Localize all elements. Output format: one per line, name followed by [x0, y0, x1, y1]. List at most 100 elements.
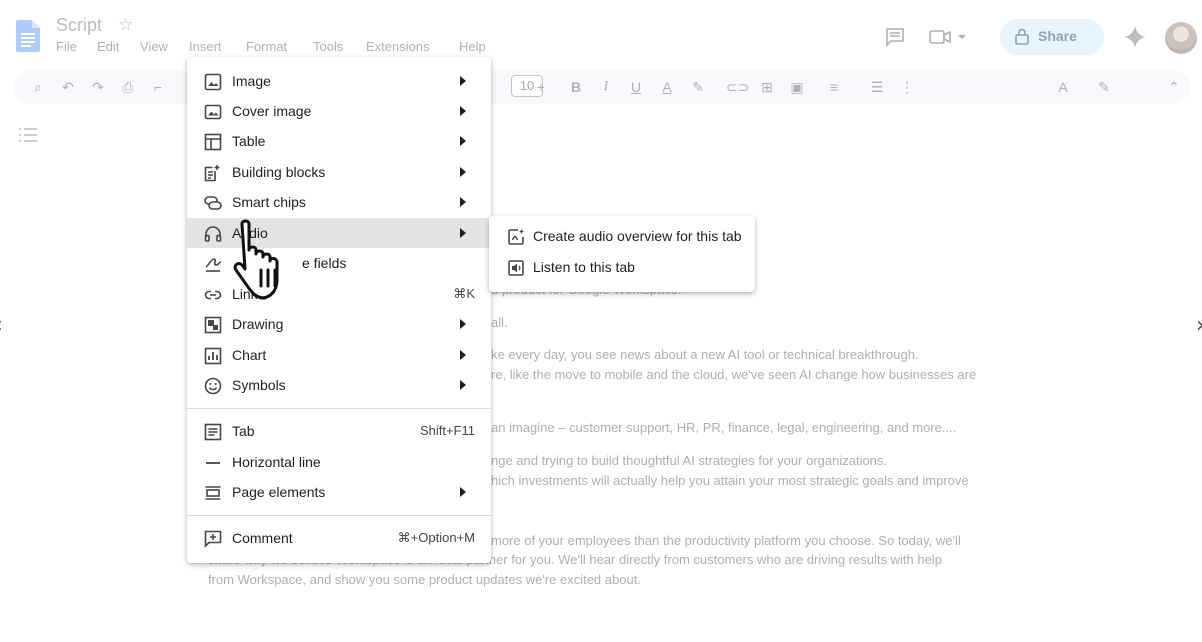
menu-help[interactable]: Help	[459, 39, 486, 54]
menu-item-tab[interactable]: Tab Shift+F11	[187, 416, 491, 446]
submenu-item-listen-to-tab[interactable]: Listen to this tab	[489, 253, 755, 283]
chart-icon	[204, 347, 222, 365]
spellcheck-icon[interactable]: A	[1053, 77, 1073, 97]
menu-item-table[interactable]: Table	[187, 126, 491, 156]
shortcut-text: ⌘K	[453, 286, 475, 301]
lock-icon	[1015, 28, 1029, 45]
horizontal-line-icon	[206, 462, 220, 464]
undo-icon[interactable]: ↶	[58, 77, 78, 97]
align-icon[interactable]: ≡	[824, 77, 844, 97]
chevron-left-icon[interactable]: ‹	[0, 313, 3, 338]
menu-item-label: Comment	[232, 530, 293, 546]
drawing-icon	[204, 316, 222, 334]
menu-view[interactable]: View	[140, 39, 168, 54]
search-menus-icon[interactable]: ⌕	[28, 77, 48, 97]
submenu-arrow-icon	[460, 319, 466, 329]
signature-icon	[205, 258, 222, 272]
menu-item-image[interactable]: Image	[187, 66, 491, 96]
menu-item-label: Tab	[232, 423, 255, 439]
menu-item-label: Horizontal line	[232, 454, 321, 470]
line-spacing-icon[interactable]: ☰	[867, 77, 887, 97]
star-icon[interactable]: ☆	[118, 15, 133, 35]
meet-video-icon[interactable]	[929, 28, 969, 46]
shortcut-text: Shift+F11	[419, 423, 475, 438]
menu-format[interactable]: Format	[246, 39, 287, 54]
menu-item-building-blocks[interactable]: Building blocks	[187, 157, 491, 187]
menu-item-cover-image[interactable]: Cover image	[187, 96, 491, 126]
menu-item-label: Chart	[232, 347, 267, 363]
menu-item-smart-chips[interactable]: Smart chips	[187, 187, 491, 217]
menu-item-label: Cover image	[232, 103, 312, 119]
menu-insert[interactable]: Insert	[189, 39, 222, 54]
cover-image-icon	[204, 104, 222, 120]
menu-item-drawing[interactable]: Drawing	[187, 309, 491, 339]
submenu-arrow-icon	[460, 350, 466, 360]
submenu-arrow-icon	[460, 197, 466, 207]
text-color-icon[interactable]: A	[657, 77, 677, 97]
print-icon[interactable]: ⎙	[118, 77, 138, 97]
insert-menu: Image Cover image Table Building blocks …	[187, 57, 491, 563]
submenu-arrow-icon	[460, 380, 466, 390]
insert-image-icon[interactable]: ▣	[787, 77, 807, 97]
menu-item-label: Page elements	[232, 484, 326, 500]
avatar[interactable]	[1165, 22, 1197, 54]
doc-line: nge and trying to build thoughtful AI st…	[491, 453, 888, 468]
document-outline-icon[interactable]	[19, 127, 37, 143]
bold-icon[interactable]: B	[566, 77, 586, 97]
shortcut-text: ⌘+Option+M	[397, 530, 475, 545]
gemini-sparkle-icon[interactable]	[1124, 26, 1146, 48]
submenu-arrow-icon	[460, 106, 466, 116]
comments-icon[interactable]	[885, 27, 905, 47]
add-comment-icon	[204, 530, 222, 548]
menu-extensions[interactable]: Extensions	[366, 39, 430, 54]
add-comment-toolbar-icon[interactable]: ⊞	[757, 77, 777, 97]
menu-item-label: e fields	[302, 255, 347, 271]
menu-item-label: Drawing	[232, 316, 284, 332]
menu-item-comment[interactable]: Comment ⌘+Option+M	[187, 523, 491, 553]
menu-item-page-elements[interactable]: Page elements	[187, 477, 491, 507]
submenu-item-label: Listen to this tab	[533, 259, 635, 275]
doc-line: from Workspace, and show you some produc…	[208, 572, 641, 587]
highlight-icon[interactable]: ✎	[688, 77, 708, 97]
chevron-right-icon[interactable]: ›	[1196, 313, 1202, 338]
submenu-arrow-icon	[460, 228, 466, 238]
increase-font-icon[interactable]: +	[531, 77, 551, 97]
italic-icon[interactable]: I	[596, 77, 616, 97]
menu-item-label: Table	[232, 133, 266, 149]
menu-item-horizontal-line[interactable]: Horizontal line	[187, 447, 491, 477]
share-button[interactable]: Share	[1000, 19, 1104, 55]
doc-line: ke every day, you see news about a new A…	[491, 347, 919, 362]
menu-separator	[187, 515, 491, 516]
docs-logo-icon	[16, 20, 40, 52]
link-icon	[204, 290, 222, 300]
hand-pointer-cursor-icon	[233, 219, 279, 300]
menu-tools[interactable]: Tools	[313, 39, 343, 54]
submenu-arrow-icon	[460, 136, 466, 146]
submenu-item-create-audio-overview[interactable]: Create audio overview for this tab	[489, 222, 755, 252]
document-title[interactable]: Script	[56, 15, 102, 36]
share-label: Share	[1038, 28, 1077, 44]
paint-format-icon[interactable]: ⌐	[148, 77, 168, 97]
underline-icon[interactable]: U	[626, 77, 646, 97]
page-elements-icon	[205, 486, 221, 500]
submenu-arrow-icon	[460, 167, 466, 177]
submenu-arrow-icon	[460, 487, 466, 497]
docs-app-background: Script ☆ File Edit View Insert Format To…	[0, 0, 1202, 642]
redo-icon[interactable]: ↷	[88, 77, 108, 97]
smart-chips-icon	[204, 196, 222, 210]
menu-item-label: Symbols	[232, 377, 286, 393]
editing-mode-icon[interactable]: ✎	[1094, 77, 1114, 97]
emoji-icon	[204, 377, 222, 395]
more-options-icon[interactable]: ⋮	[897, 77, 917, 97]
collapse-toolbar-icon[interactable]: ⌃	[1164, 77, 1184, 97]
menu-edit[interactable]: Edit	[97, 39, 119, 54]
menu-item-symbols[interactable]: Symbols	[187, 370, 491, 400]
menu-item-chart[interactable]: Chart	[187, 340, 491, 370]
doc-line: more of your employees than the producti…	[491, 533, 961, 548]
insert-link-icon[interactable]: ⊂⊃	[726, 77, 749, 97]
doc-line: an imagine – customer support, HR, PR, f…	[491, 420, 957, 435]
menu-item-label: Building blocks	[232, 164, 326, 180]
tab-icon	[204, 423, 222, 441]
headphones-icon	[204, 226, 222, 242]
menu-file[interactable]: File	[56, 39, 77, 54]
